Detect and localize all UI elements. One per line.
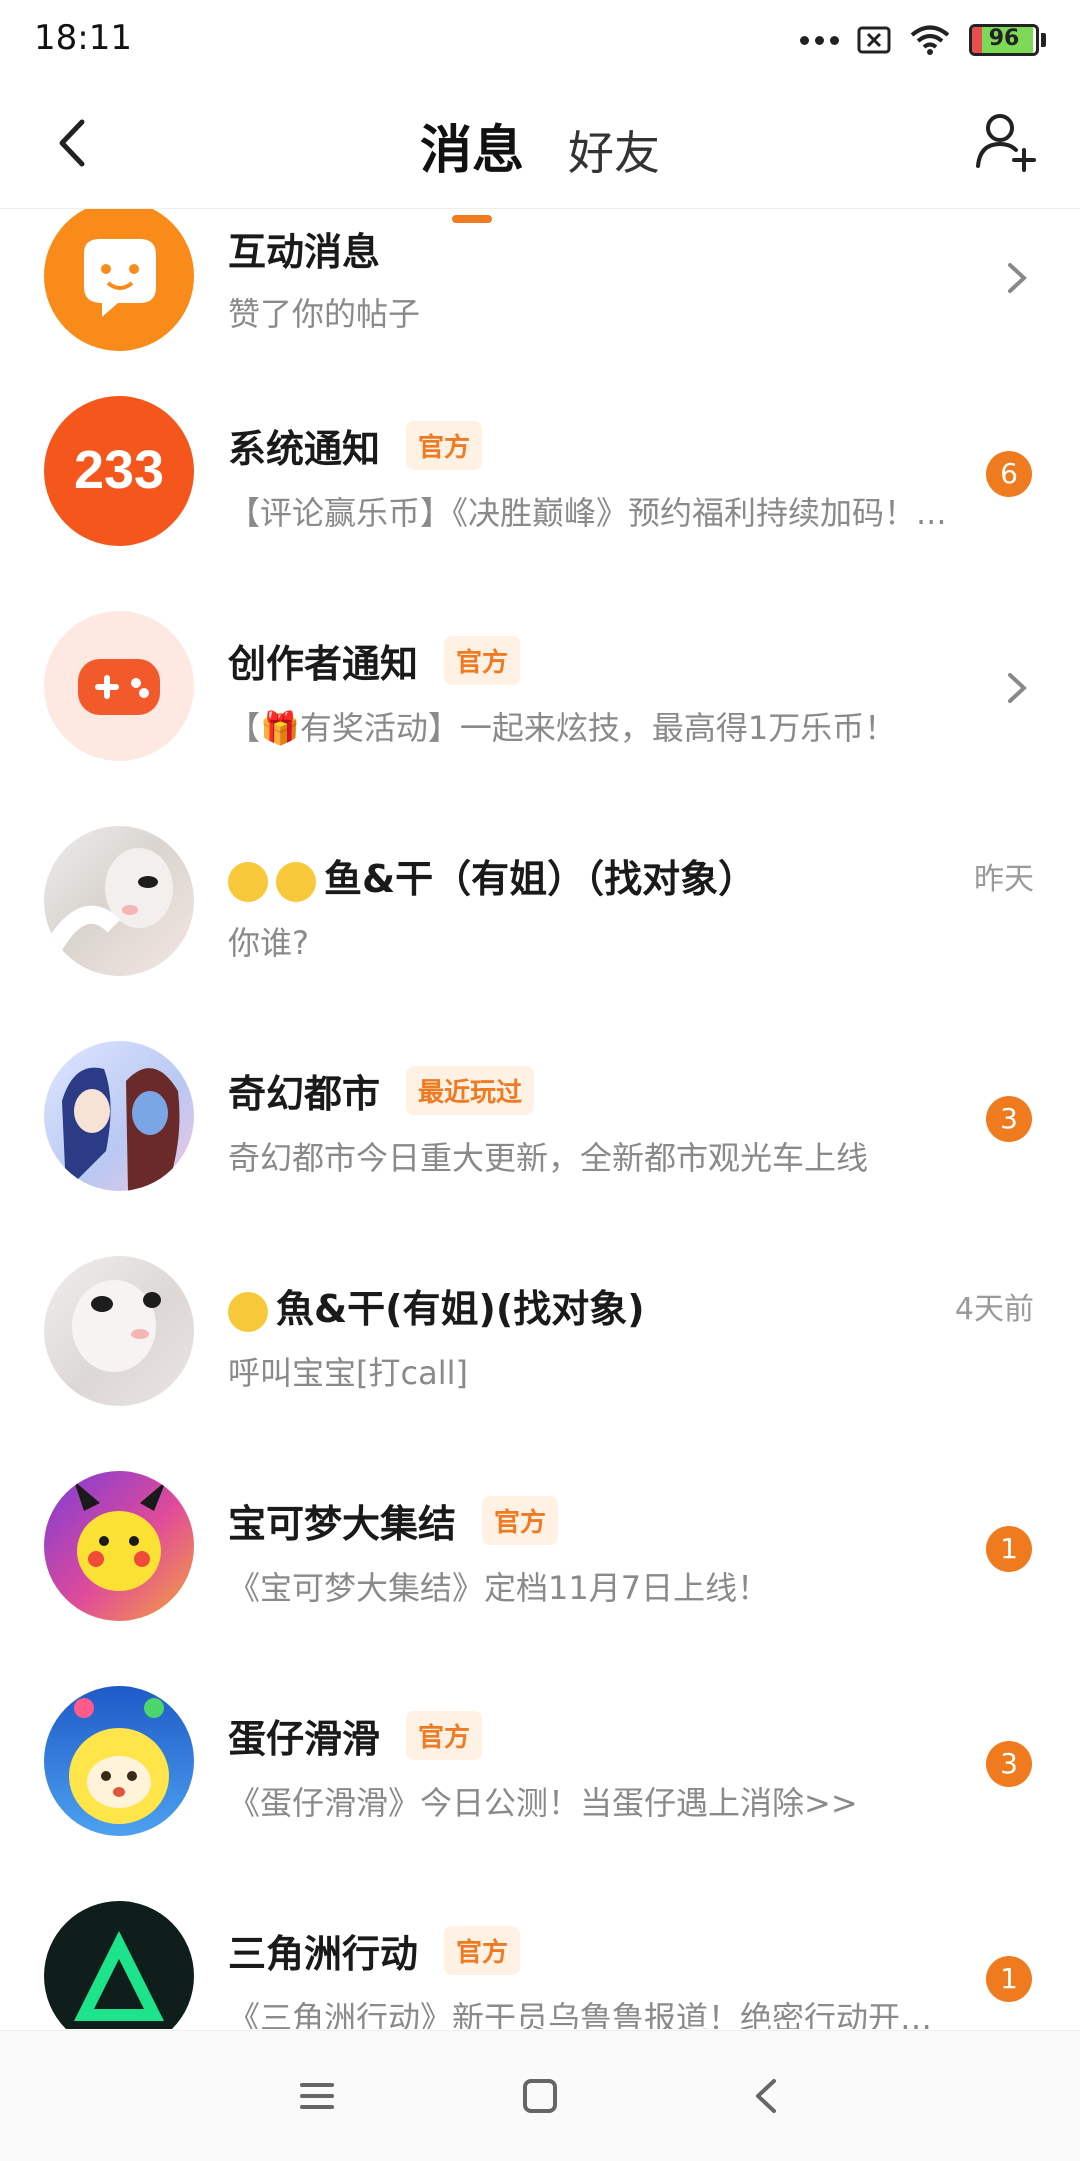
tab-messages[interactable]: 消息 <box>420 108 525 223</box>
list-item[interactable]: 魚&干(有姐)(找对象) 呼叫宝宝[打call] 4天前 <box>0 1256 1080 1471</box>
chevron-right-icon <box>1008 263 1027 293</box>
chat-bubble-icon <box>44 209 194 351</box>
official-badge: 官方 <box>482 1496 559 1545</box>
winking-face-emoji-icon <box>228 1291 268 1332</box>
menu-icon[interactable] <box>292 2071 342 2121</box>
home-icon[interactable] <box>515 2071 565 2121</box>
unread-count-badge: 6 <box>986 451 1032 497</box>
message-preview: 《三角洲行动》新干员乌鲁鲁报道！绝密行动开启！ <box>228 1999 948 2029</box>
battery-tip <box>1041 33 1046 47</box>
top-header: 消息 好友 <box>0 78 1080 223</box>
message-title: 互动消息 <box>228 230 381 274</box>
message-title-text: 鱼&干（有姐）（找对象） <box>324 857 757 901</box>
back-nav-icon[interactable] <box>742 2071 792 2121</box>
more-dots-icon <box>800 35 839 45</box>
message-title: 魚&干(有姐)(找对象) <box>228 1278 645 1333</box>
message-title: 创作者通知 <box>228 642 419 686</box>
list-item[interactable]: 233 系统通知 官方 【评论赢乐币】《决胜巅峰》预约福利持续加码！... 6 <box>0 396 1080 611</box>
system-avatar-text: 233 <box>74 440 164 500</box>
eggy-avatar <box>44 1686 194 1836</box>
status-icons: 96 <box>800 20 1046 60</box>
message-preview: 赞了你的帖子 <box>228 295 421 333</box>
message-title: 奇幻都市 <box>228 1072 381 1116</box>
battery-icon: 96 <box>969 24 1039 56</box>
wifi-icon <box>910 25 950 55</box>
list-item[interactable]: 互动消息 赞了你的帖子 <box>0 209 1080 396</box>
message-preview: 奇幻都市今日重大更新，全新都市观光车上线 <box>228 1139 869 1177</box>
system-nav-bar <box>0 2030 1080 2161</box>
official-badge: 官方 <box>406 421 483 470</box>
list-item[interactable]: 创作者通知 官方 【🎁有奖活动】一起来炫技，最高得1万乐币！ <box>0 611 1080 826</box>
message-title: 三角洲行动 <box>228 1932 419 1976</box>
tab-friends[interactable]: 好友 <box>568 117 660 183</box>
message-preview: 你谁? <box>228 924 309 962</box>
unread-count-badge: 1 <box>986 1526 1032 1572</box>
message-preview: 【评论赢乐币】《决胜巅峰》预约福利持续加码！... <box>228 494 947 532</box>
status-time: 18:11 <box>34 18 132 58</box>
official-badge: 官方 <box>444 1926 521 1975</box>
list-item[interactable]: 三角洲行动 官方 《三角洲行动》新干员乌鲁鲁报道！绝密行动开启！ 1 <box>0 1901 1080 2029</box>
list-item[interactable]: 蛋仔滑滑 官方 《蛋仔滑滑》今日公测！当蛋仔遇上消除>> 3 <box>0 1686 1080 1901</box>
unread-count-badge: 3 <box>986 1096 1032 1142</box>
pikachu-avatar <box>44 1471 194 1621</box>
no-sim-icon <box>857 26 891 54</box>
system-avatar: 233 <box>44 396 194 546</box>
battery-level: 96 <box>988 26 1020 51</box>
unread-count-badge: 3 <box>986 1741 1032 1787</box>
tab-messages-label: 消息 <box>420 121 525 181</box>
list-item[interactable]: 奇幻都市 最近玩过 奇幻都市今日重大更新，全新都市观光车上线 3 <box>0 1041 1080 1256</box>
list-item[interactable]: 宝可梦大集结 官方 《宝可梦大集结》定档11月7日上线！ 1 <box>0 1471 1080 1686</box>
chevron-right-icon <box>1008 673 1027 703</box>
message-preview: 呼叫宝宝[打call] <box>228 1354 468 1392</box>
message-title: 鱼&干（有姐）（找对象） <box>228 848 756 903</box>
message-preview: 【🎁有奖活动】一起来炫技，最高得1万乐币！ <box>228 709 897 747</box>
message-time: 昨天 <box>974 862 1034 897</box>
unread-count-badge: 1 <box>986 1956 1032 2002</box>
message-preview: 《宝可梦大集结》定档11月7日上线！ <box>228 1569 770 1607</box>
anime-avatar <box>44 826 194 976</box>
add-friend-icon[interactable] <box>970 106 1040 176</box>
winking-face-emoji-icon <box>276 861 316 902</box>
message-title: 宝可梦大集结 <box>228 1502 457 1546</box>
header-tabs: 消息 好友 <box>420 108 660 223</box>
game-avatar <box>44 1041 194 1191</box>
gamepad-icon <box>44 611 194 761</box>
tab-friends-label: 好友 <box>568 126 661 180</box>
recently-played-badge: 最近玩过 <box>406 1066 535 1115</box>
delta-avatar <box>44 1901 194 2029</box>
message-title: 蛋仔滑滑 <box>228 1717 381 1761</box>
official-badge: 官方 <box>444 636 521 685</box>
neutral-face-emoji-icon <box>228 861 268 902</box>
official-badge: 官方 <box>406 1711 483 1760</box>
message-title-text: 魚&干(有姐)(找对象) <box>276 1287 645 1331</box>
message-preview: 《蛋仔滑滑》今日公测！当蛋仔遇上消除>> <box>228 1784 858 1822</box>
message-title: 系统通知 <box>228 427 381 471</box>
status-bar: 18:11 96 <box>0 0 1080 78</box>
anime-avatar <box>44 1256 194 1406</box>
list-item[interactable]: 鱼&干（有姐）（找对象） 你谁? 昨天 <box>0 826 1080 1041</box>
message-list: 互动消息 赞了你的帖子 233 系统通知 官方 【评论赢乐币】《决胜巅峰》预约福… <box>0 209 1080 2029</box>
message-time: 4天前 <box>954 1292 1034 1327</box>
back-icon[interactable] <box>40 108 110 178</box>
